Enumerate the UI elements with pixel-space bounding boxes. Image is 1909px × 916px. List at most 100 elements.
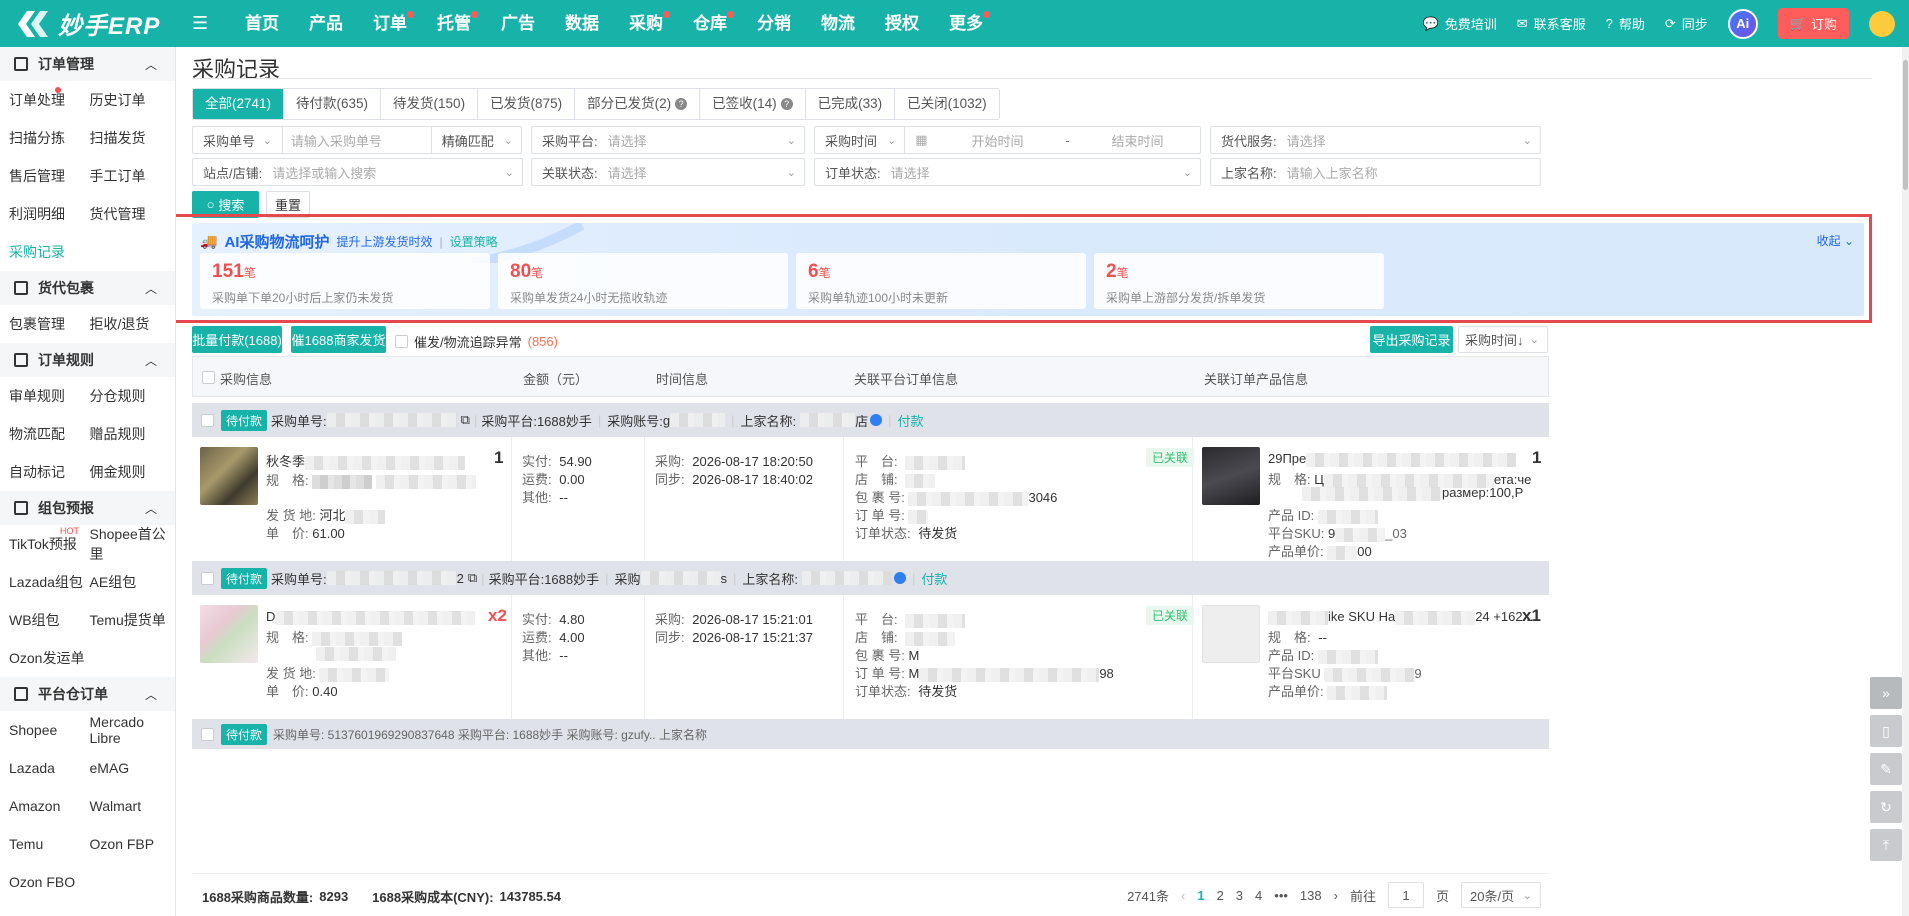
ai-stat-card[interactable]: 2笔 采购单上游部分发货/拆单发货 bbox=[1094, 253, 1384, 309]
order-number-input[interactable]: 请输入采购单号 bbox=[283, 131, 431, 150]
nav-item-10[interactable]: 授权 bbox=[870, 0, 934, 47]
sidebar-item[interactable]: 历史订单 bbox=[90, 90, 175, 110]
select-all-checkbox[interactable] bbox=[202, 371, 215, 384]
order-product-thumbnail[interactable] bbox=[1202, 447, 1260, 505]
goto-page-input[interactable]: 1 bbox=[1387, 882, 1424, 908]
feedback-icon[interactable]: ✎ bbox=[1870, 753, 1902, 785]
sidebar-item[interactable]: Ozon FBO bbox=[0, 874, 90, 890]
ai-stat-card[interactable]: 6笔 采购单轨迹100小时未更新 bbox=[796, 253, 1086, 309]
agent-service-select[interactable]: 货代服务: 请选择 ⌄ bbox=[1210, 126, 1541, 154]
page-number[interactable]: 3 bbox=[1236, 888, 1243, 903]
nav-item-9[interactable]: 物流 bbox=[806, 0, 870, 47]
sidebar-item[interactable]: eMAG bbox=[90, 760, 175, 776]
page-size-select[interactable]: 20条/页 ⌄ bbox=[1461, 882, 1541, 908]
tab-4[interactable]: 部分已发货(2)? bbox=[575, 89, 701, 119]
row-checkbox[interactable] bbox=[201, 413, 214, 427]
prev-page-icon[interactable]: ‹ bbox=[1181, 888, 1185, 903]
sidebar-item[interactable]: 自动标记 bbox=[0, 462, 90, 482]
sidebar-item[interactable]: Shopee bbox=[0, 722, 90, 738]
sidebar-item[interactable]: 佣金规则 bbox=[90, 462, 175, 482]
nav-item-1[interactable]: 产品 bbox=[294, 0, 358, 47]
sidebar-item[interactable]: 订单处理 bbox=[0, 87, 90, 110]
nav-item-3[interactable]: 托管 bbox=[422, 0, 486, 47]
sidebar-item[interactable]: 审单规则 bbox=[0, 386, 90, 406]
tab-6[interactable]: 已完成(33) bbox=[806, 89, 896, 119]
sidebar-group-header[interactable]: 订单规则 ︿ bbox=[0, 343, 175, 377]
refresh-icon[interactable]: ↻ bbox=[1870, 791, 1902, 823]
sidebar-group-header[interactable]: 订单管理 ︿ bbox=[0, 47, 175, 81]
next-page-icon[interactable]: › bbox=[1334, 888, 1338, 903]
menu-toggle-icon[interactable]: ☰ bbox=[192, 13, 210, 34]
row-checkbox[interactable] bbox=[201, 571, 214, 585]
sidebar-item[interactable]: AE组包 bbox=[90, 572, 175, 592]
wangwang-icon[interactable] bbox=[894, 572, 907, 584]
sidebar-item[interactable]: Walmart bbox=[90, 798, 175, 814]
sidebar-item[interactable]: Amazon bbox=[0, 798, 90, 814]
sidebar-item[interactable]: WB组包 bbox=[0, 610, 90, 630]
sidebar-item[interactable]: Lazada bbox=[0, 760, 90, 776]
sidebar-item[interactable]: Ozon发运单 bbox=[0, 648, 90, 668]
expand-icon[interactable]: » bbox=[1870, 677, 1902, 709]
sidebar-item[interactable]: Shopee首公里 bbox=[90, 524, 175, 564]
sidebar-item[interactable]: Temu bbox=[0, 836, 90, 852]
link-status-select[interactable]: 关联状态: 请选择 ⌄ bbox=[531, 158, 805, 186]
ai-stat-card[interactable]: 151笔 采购单下单20小时后上家仍未发货 bbox=[200, 253, 490, 309]
batch-pay-button[interactable]: 批量付款(1688) bbox=[192, 326, 282, 353]
page-number[interactable]: 4 bbox=[1255, 888, 1262, 903]
nav-item-0[interactable]: 首页 bbox=[230, 0, 294, 47]
order-number-type-select[interactable]: 采购单号 bbox=[193, 131, 289, 150]
pay-link[interactable]: 付款 bbox=[898, 411, 924, 430]
sidebar-item[interactable]: 售后管理 bbox=[0, 166, 90, 186]
product-thumbnail[interactable] bbox=[200, 605, 258, 663]
nav-item-5[interactable]: 数据 bbox=[550, 0, 614, 47]
purchase-platform-select[interactable]: 采购平台: 请选择 ⌄ bbox=[531, 126, 805, 154]
sidebar-item[interactable]: 货代管理 bbox=[90, 204, 175, 224]
sidebar-item[interactable]: 手工订单 bbox=[90, 166, 175, 186]
collapse-toggle[interactable]: 收起 ⌄ bbox=[1817, 232, 1854, 249]
product-title[interactable] bbox=[275, 610, 476, 625]
tab-0[interactable]: 全部(2741) bbox=[193, 89, 285, 119]
ai-assistant-button[interactable]: Ai bbox=[1727, 8, 1758, 39]
nav-item-4[interactable]: 广告 bbox=[486, 0, 550, 47]
sidebar-item[interactable]: 利润明细 bbox=[0, 204, 90, 224]
mobile-icon[interactable]: ▯ bbox=[1870, 715, 1902, 747]
sidebar-group-header[interactable]: 平台仓订单 ︿ bbox=[0, 677, 175, 711]
sidebar-item[interactable]: Ozon FBP bbox=[90, 836, 175, 852]
product-title[interactable] bbox=[305, 455, 466, 470]
sidebar-item[interactable]: 分仓规则 bbox=[90, 386, 175, 406]
sidebar-item[interactable]: Mercado Libre bbox=[90, 714, 175, 746]
export-button[interactable]: 导出采购记录 bbox=[1370, 326, 1453, 353]
product-thumbnail[interactable] bbox=[200, 447, 258, 505]
page-number[interactable]: 1 bbox=[1197, 888, 1204, 903]
supplier-name-input[interactable]: 上家名称: 请输入上家名称 bbox=[1210, 158, 1541, 186]
nav-item-2[interactable]: 订单 bbox=[358, 0, 422, 47]
sidebar-item[interactable]: 采购记录 bbox=[0, 242, 90, 262]
start-time-input[interactable]: 开始时间 bbox=[938, 131, 1058, 150]
subscribe-button[interactable]: 🛒 订购 bbox=[1777, 8, 1849, 39]
sidebar-item[interactable]: 扫描发货 bbox=[90, 128, 175, 148]
free-training-link[interactable]: 💬 免费培训 bbox=[1423, 14, 1497, 33]
sidebar-item[interactable]: TikTok预报 HOT bbox=[0, 526, 90, 554]
pay-link[interactable]: 付款 bbox=[921, 569, 947, 588]
end-time-input[interactable]: 结束时间 bbox=[1078, 131, 1198, 150]
sidebar-item[interactable]: Lazada组包 bbox=[0, 572, 90, 592]
sidebar-item[interactable]: 包裹管理 bbox=[0, 314, 90, 334]
urge-ship-button[interactable]: 催1688商家发货 bbox=[291, 326, 386, 353]
time-type-select[interactable]: 采购时间 bbox=[815, 131, 895, 150]
set-strategy-link[interactable]: 设置策略 bbox=[450, 233, 498, 250]
copy-icon[interactable]: ⧉ bbox=[461, 412, 470, 428]
nav-item-6[interactable]: 采购 bbox=[614, 0, 678, 47]
copy-icon[interactable]: ⧉ bbox=[468, 570, 477, 586]
order-product-thumbnail[interactable] bbox=[1202, 605, 1260, 663]
wangwang-icon[interactable] bbox=[870, 414, 883, 426]
abnormal-checkbox[interactable] bbox=[395, 335, 408, 348]
sidebar-item[interactable]: 扫描分拣 bbox=[0, 128, 90, 148]
page-number[interactable]: 138 bbox=[1300, 888, 1322, 903]
sidebar-group-header[interactable]: 货代包裹 ︿ bbox=[0, 271, 175, 305]
sidebar-item[interactable]: 赠品规则 bbox=[90, 424, 175, 444]
shop-select[interactable]: 站点/店铺: 请选择或输入搜索 ⌄ bbox=[192, 158, 523, 186]
order-status-select[interactable]: 订单状态: 请选择 ⌄ bbox=[814, 158, 1201, 186]
sidebar-item[interactable]: 拒收/退货 bbox=[90, 314, 175, 334]
tab-7[interactable]: 已关闭(1032) bbox=[895, 89, 999, 119]
help-link[interactable]: ? 帮助 bbox=[1606, 14, 1645, 33]
